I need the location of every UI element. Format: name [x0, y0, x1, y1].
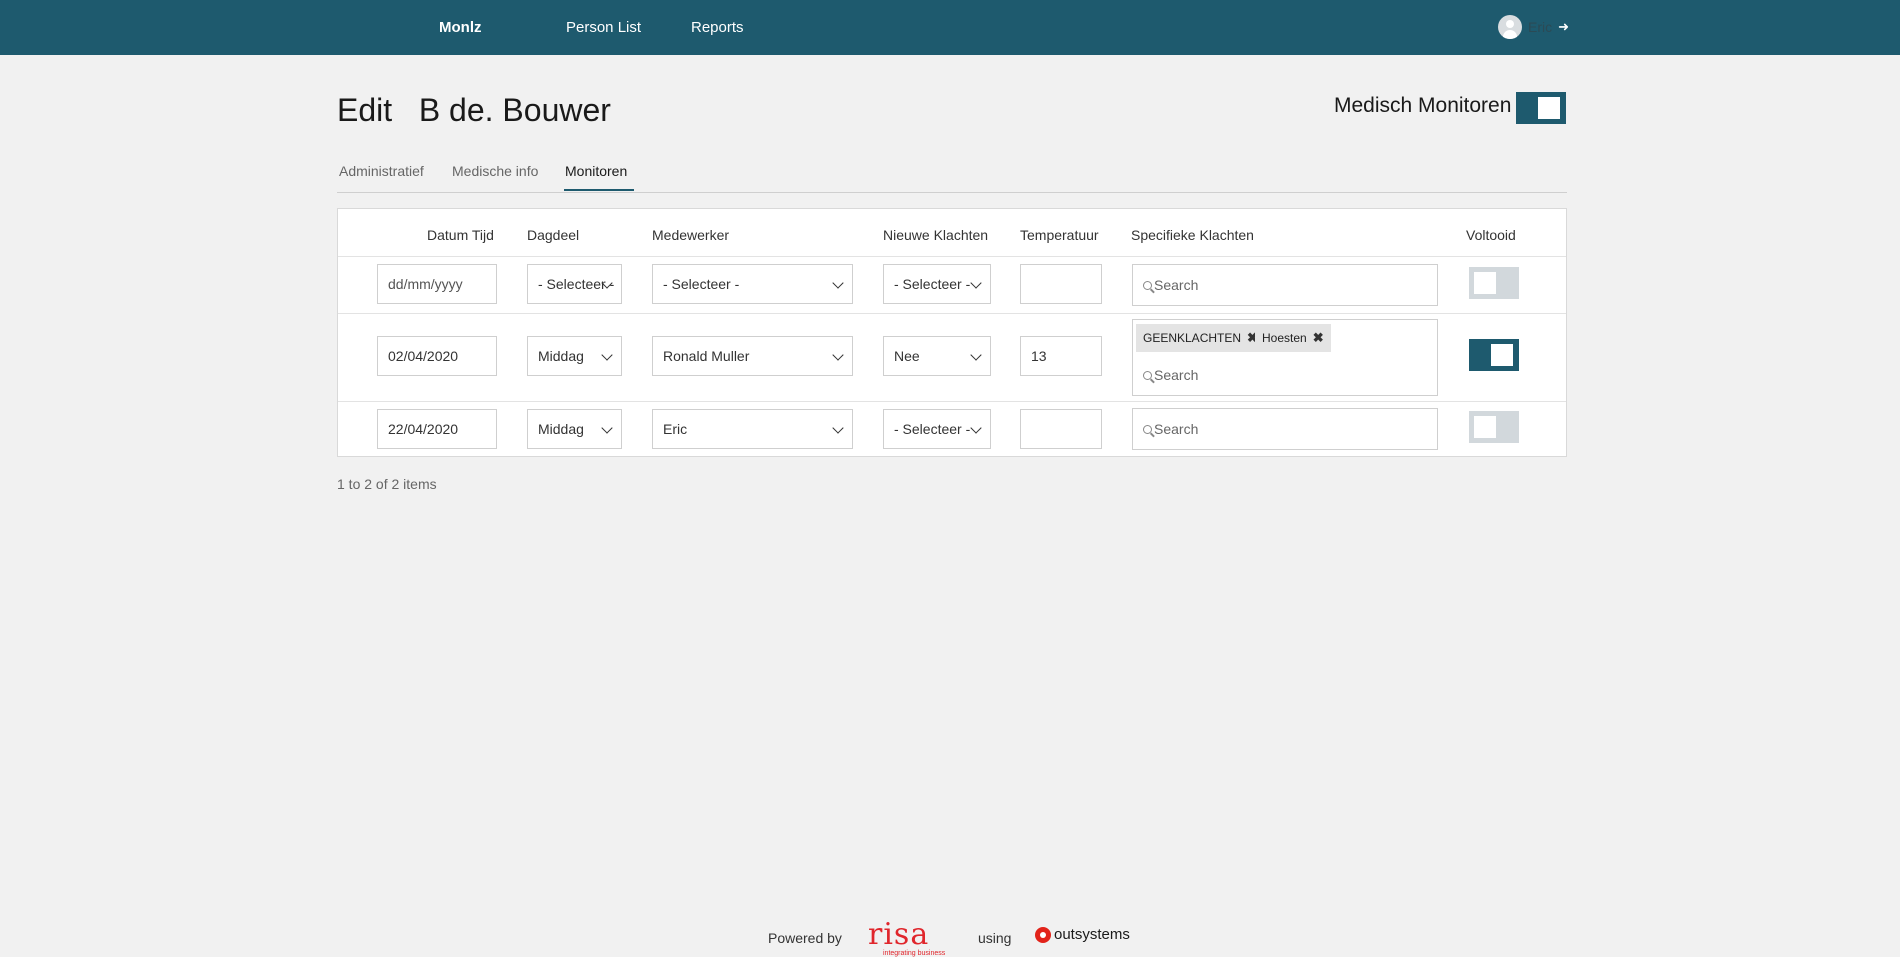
chevron-down-icon: [970, 277, 982, 289]
row-divider: [338, 256, 1566, 257]
search-icon: [1143, 280, 1152, 290]
dagdeel-select[interactable]: - Selecteer -: [527, 264, 622, 304]
tab-monitoren[interactable]: Monitoren: [565, 163, 627, 179]
risa-wordmark: risa: [868, 917, 930, 952]
nieuwe-klachten-select[interactable]: - Selecteer -: [883, 264, 991, 304]
outsystems-logo: outsystems: [1035, 926, 1130, 943]
date-input[interactable]: 22/04/2020: [377, 409, 497, 449]
search-field[interactable]: Search: [1143, 367, 1198, 383]
nieuwe-klachten-value: - Selecteer -: [894, 276, 971, 292]
chevron-down-icon: [832, 277, 844, 289]
logout-icon[interactable]: ➜: [1558, 19, 1569, 35]
temperatuur-input[interactable]: [1020, 409, 1102, 449]
date-input[interactable]: dd/mm/yyyy: [377, 264, 497, 304]
search-field[interactable]: Search: [1143, 277, 1198, 293]
medisch-monitoren-toggle[interactable]: [1516, 92, 1566, 124]
dagdeel-select[interactable]: Middag: [527, 409, 622, 449]
chevron-down-icon: [970, 349, 982, 361]
outsystems-icon: [1035, 926, 1051, 943]
col-datum-tijd: Datum Tijd: [427, 227, 494, 243]
tab-bar: Administratief Medische info Monitoren: [337, 160, 1567, 193]
page-title: Edit B de. Bouwer: [337, 92, 611, 128]
col-voltooid: Voltooid: [1466, 227, 1516, 243]
search-field[interactable]: Search: [1143, 421, 1198, 437]
search-icon: [1143, 370, 1152, 380]
search-icon: [1143, 424, 1152, 434]
medewerker-select[interactable]: - Selecteer -: [652, 264, 853, 304]
nieuwe-klachten-select[interactable]: - Selecteer -: [883, 409, 991, 449]
medewerker-value: Ronald Muller: [663, 348, 750, 364]
medewerker-value: - Selecteer -: [663, 276, 740, 292]
tag-label: GEENKLACHTEN: [1143, 331, 1242, 345]
tab-medische-info[interactable]: Medische info: [452, 163, 538, 179]
active-tab-indicator: [564, 189, 634, 191]
monitor-label: Medisch Monitoren: [1334, 94, 1512, 117]
powered-by-text: Powered by: [768, 930, 842, 946]
footer: Powered by risa integrating business usi…: [0, 917, 1900, 957]
tab-administratief[interactable]: Administratief: [339, 163, 424, 179]
medewerker-value: Eric: [663, 421, 688, 437]
app-brand[interactable]: Monlz: [439, 19, 482, 36]
dagdeel-select[interactable]: Middag: [527, 336, 622, 376]
tag-label: Hoesten: [1262, 331, 1307, 345]
chevron-down-icon: [601, 422, 613, 434]
using-text: using: [978, 930, 1012, 946]
chevron-down-icon: [970, 422, 982, 434]
temperatuur-input[interactable]: 13: [1020, 336, 1102, 376]
row-divider: [338, 401, 1566, 402]
voltooid-toggle[interactable]: [1469, 339, 1519, 371]
nav-person-list[interactable]: Person List: [566, 19, 641, 36]
user-menu[interactable]: Eric ➜: [1498, 15, 1569, 39]
pagination-count: 1 to 2 of 2 items: [337, 476, 437, 492]
tag-chip: Hoesten ✖: [1255, 324, 1331, 352]
voltooid-toggle[interactable]: [1469, 267, 1519, 299]
chevron-down-icon: [832, 349, 844, 361]
outsystems-wordmark: outsystems: [1054, 926, 1130, 943]
chevron-down-icon: [832, 422, 844, 434]
col-specifieke-klachten: Specifieke Klachten: [1131, 227, 1254, 243]
col-medewerker: Medewerker: [652, 227, 730, 243]
remove-tag-icon[interactable]: ✖: [1313, 330, 1324, 346]
specifieke-klachten-picker[interactable]: Search: [1132, 408, 1438, 450]
specifieke-klachten-picker[interactable]: GEENKLACHTEN ✖ Hoesten ✖ Search: [1132, 319, 1438, 396]
tag-chip: GEENKLACHTEN ✖: [1136, 324, 1265, 352]
search-placeholder: Search: [1154, 277, 1199, 293]
user-name: Eric: [1528, 19, 1553, 35]
search-placeholder: Search: [1154, 421, 1199, 437]
dagdeel-value: Middag: [538, 348, 584, 364]
risa-logo: risa integrating business: [868, 917, 945, 957]
top-navbar: Monlz Person List Reports Eric ➜: [0, 0, 1900, 55]
date-input[interactable]: 02/04/2020: [377, 336, 497, 376]
row-divider: [338, 313, 1566, 314]
voltooid-toggle[interactable]: [1469, 411, 1519, 443]
col-dagdeel: Dagdeel: [527, 227, 580, 243]
nieuwe-klachten-select[interactable]: Nee: [883, 336, 991, 376]
search-placeholder: Search: [1154, 367, 1199, 383]
dagdeel-value: Middag: [538, 421, 584, 437]
medewerker-select[interactable]: Eric: [652, 409, 853, 449]
nieuwe-klachten-value: - Selecteer -: [894, 421, 971, 437]
specifieke-klachten-picker[interactable]: Search: [1132, 264, 1438, 306]
nav-reports[interactable]: Reports: [691, 19, 744, 36]
col-temperatuur: Temperatuur: [1020, 227, 1099, 243]
chevron-down-icon: [601, 349, 613, 361]
col-nieuwe-klachten: Nieuwe Klachten: [883, 227, 989, 243]
temperatuur-input[interactable]: [1020, 264, 1102, 304]
nieuwe-klachten-value: Nee: [894, 348, 920, 364]
monitor-table: Datum Tijd Dagdeel Medewerker Nieuwe Kla…: [337, 208, 1567, 457]
medewerker-select[interactable]: Ronald Muller: [652, 336, 853, 376]
user-avatar-icon: [1498, 15, 1522, 39]
